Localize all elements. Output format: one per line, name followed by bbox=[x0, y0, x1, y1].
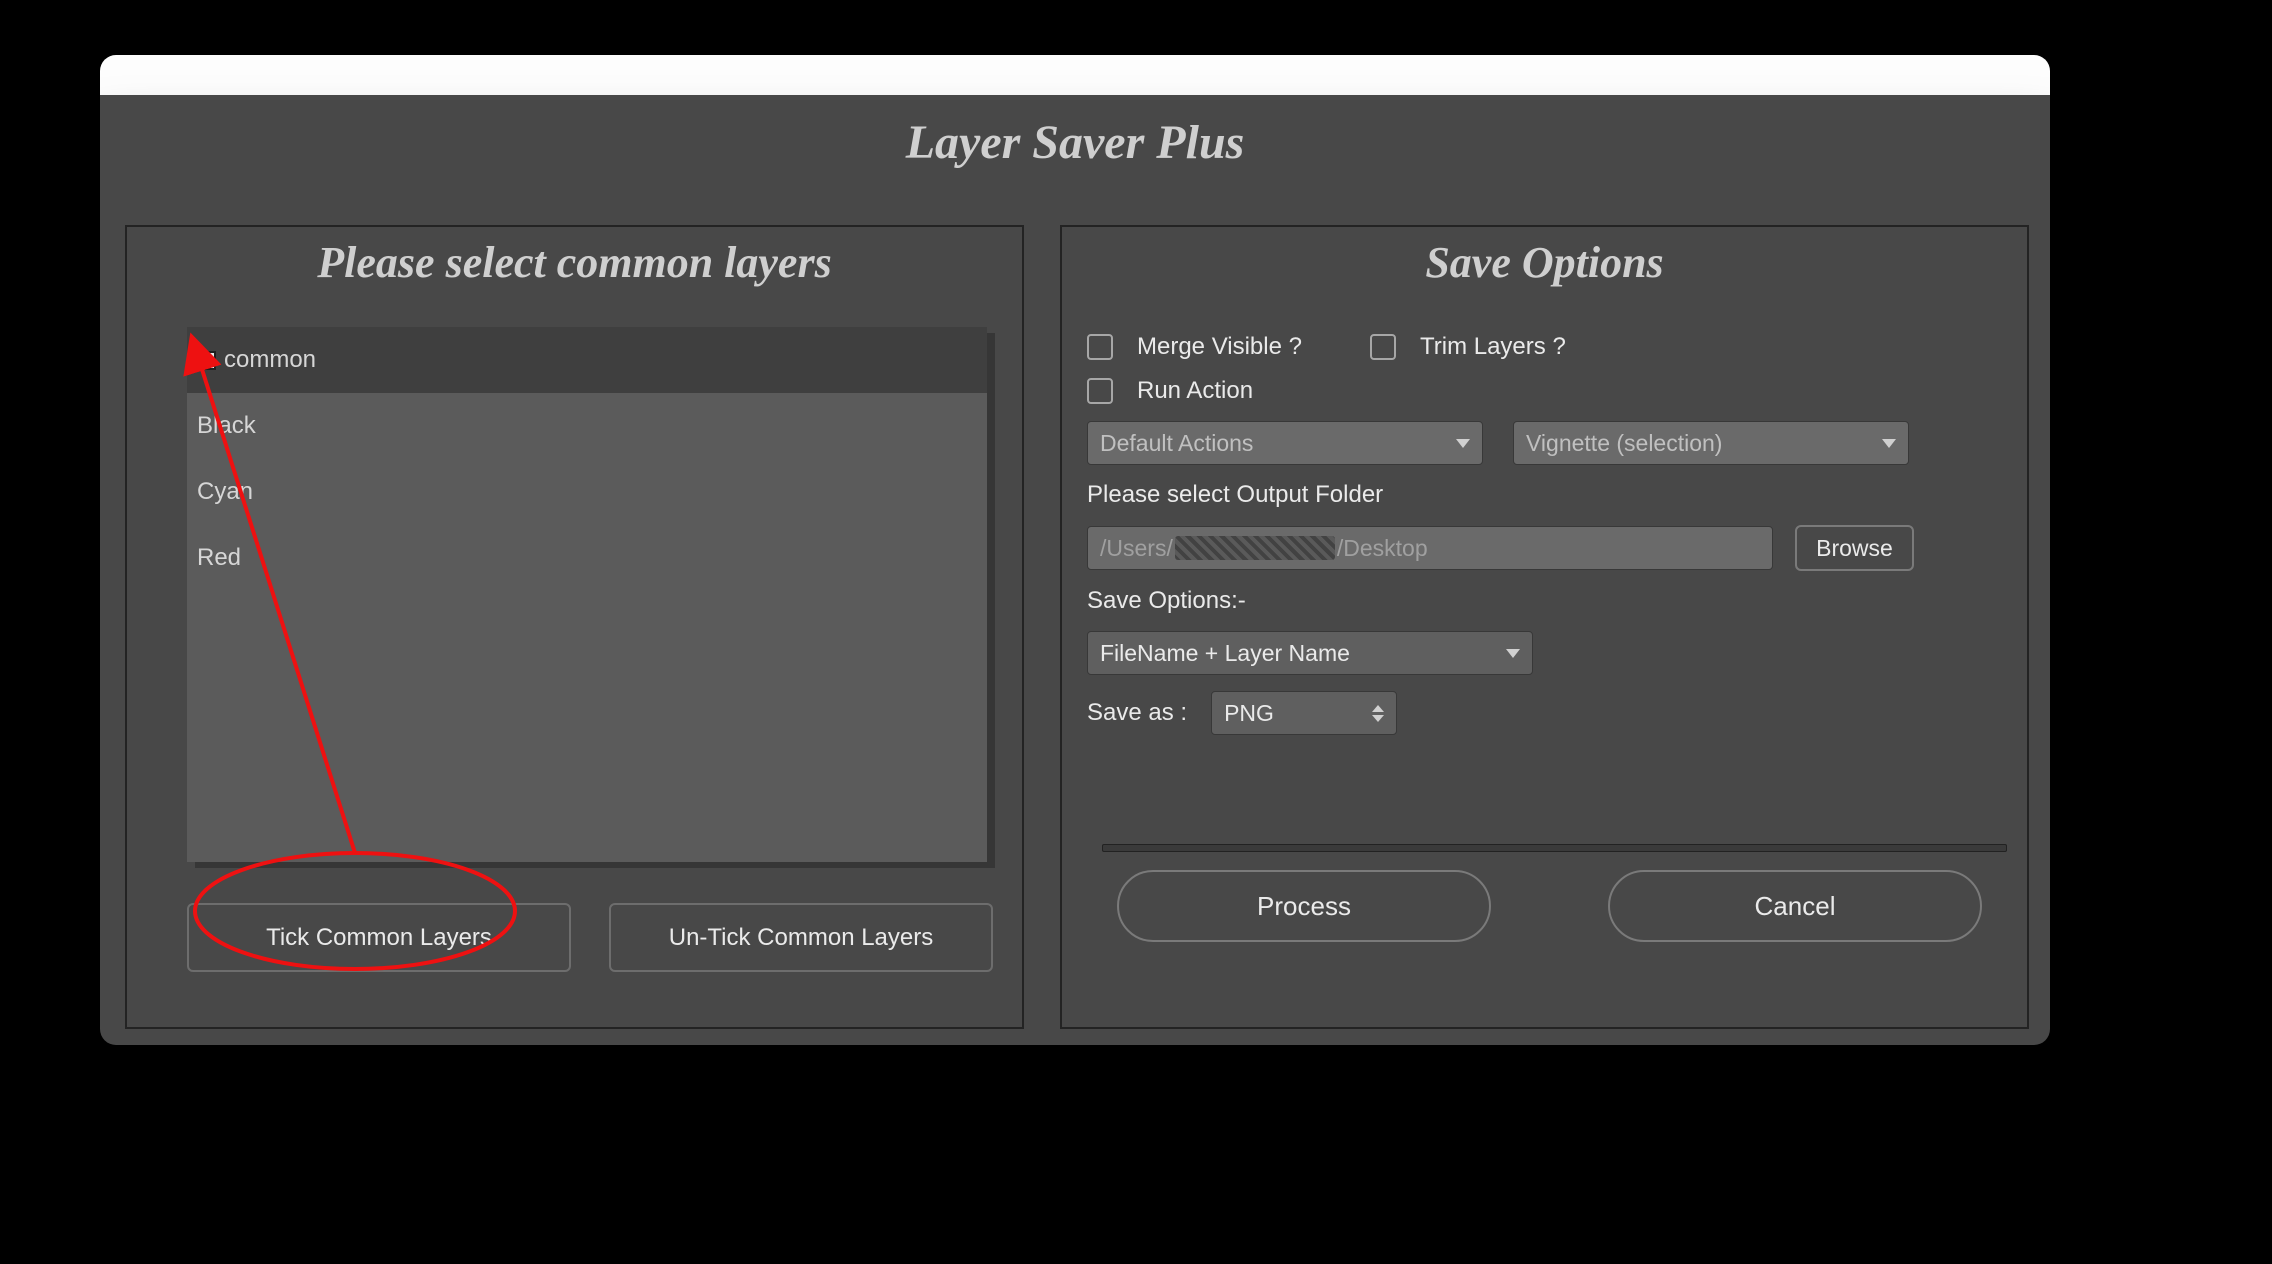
layer-row[interactable]: Black bbox=[187, 393, 987, 459]
save-as-label: Save as : bbox=[1087, 699, 1187, 727]
output-path-input[interactable]: /Users/ /Desktop bbox=[1087, 526, 1773, 570]
checkbox-icon[interactable] bbox=[197, 351, 216, 370]
browse-button[interactable]: Browse bbox=[1795, 525, 1914, 571]
naming-value: FileName + Layer Name bbox=[1100, 640, 1350, 667]
right-heading: Save Options bbox=[1062, 237, 2027, 288]
window-titlebar bbox=[100, 55, 2050, 95]
layer-name: Cyan bbox=[197, 478, 253, 506]
common-layers-panel: Please select common layers common Black… bbox=[125, 225, 1024, 1029]
chevron-down-icon bbox=[1882, 439, 1896, 448]
chevron-down-icon bbox=[1456, 439, 1470, 448]
action-set-value: Default Actions bbox=[1100, 430, 1253, 457]
run-action-checkbox[interactable] bbox=[1087, 378, 1113, 404]
save-options-panel: Save Options Merge Visible ? Trim Layers… bbox=[1060, 225, 2029, 1029]
run-action-label: Run Action bbox=[1137, 377, 1253, 405]
trim-layers-checkbox[interactable] bbox=[1370, 334, 1396, 360]
layer-name: common bbox=[224, 346, 316, 374]
chevron-down-icon bbox=[1506, 649, 1520, 658]
output-folder-label: Please select Output Folder bbox=[1087, 481, 2002, 509]
layer-row-common[interactable]: common bbox=[187, 327, 987, 393]
app-title: Layer Saver Plus bbox=[100, 115, 2050, 170]
layer-name: Red bbox=[197, 544, 241, 572]
layer-row[interactable]: Red bbox=[187, 525, 987, 591]
naming-select[interactable]: FileName + Layer Name bbox=[1087, 631, 1533, 675]
action-set-select[interactable]: Default Actions bbox=[1087, 421, 1483, 465]
path-prefix: /Users/ bbox=[1100, 535, 1173, 562]
dialog-window: Layer Saver Plus Please select common la… bbox=[100, 95, 2050, 1045]
path-suffix: /Desktop bbox=[1337, 535, 1428, 562]
format-value: PNG bbox=[1224, 700, 1274, 727]
layer-row[interactable]: Cyan bbox=[187, 459, 987, 525]
chevron-updown-icon bbox=[1372, 705, 1384, 722]
process-button[interactable]: Process bbox=[1117, 870, 1491, 942]
left-heading: Please select common layers bbox=[127, 237, 1022, 288]
redacted-username bbox=[1175, 536, 1335, 560]
tick-common-layers-button[interactable]: Tick Common Layers bbox=[187, 903, 571, 972]
progress-bar bbox=[1102, 844, 2007, 852]
trim-layers-label: Trim Layers ? bbox=[1420, 333, 1566, 361]
action-name-value: Vignette (selection) bbox=[1526, 430, 1722, 457]
cancel-button[interactable]: Cancel bbox=[1608, 870, 1982, 942]
save-options-label: Save Options:- bbox=[1087, 587, 2002, 615]
layer-list[interactable]: common Black Cyan Red bbox=[187, 327, 987, 862]
layer-name: Black bbox=[197, 412, 256, 440]
format-select[interactable]: PNG bbox=[1211, 691, 1397, 735]
merge-visible-label: Merge Visible ? bbox=[1137, 333, 1302, 361]
merge-visible-checkbox[interactable] bbox=[1087, 334, 1113, 360]
untick-common-layers-button[interactable]: Un-Tick Common Layers bbox=[609, 903, 993, 972]
action-name-select[interactable]: Vignette (selection) bbox=[1513, 421, 1909, 465]
